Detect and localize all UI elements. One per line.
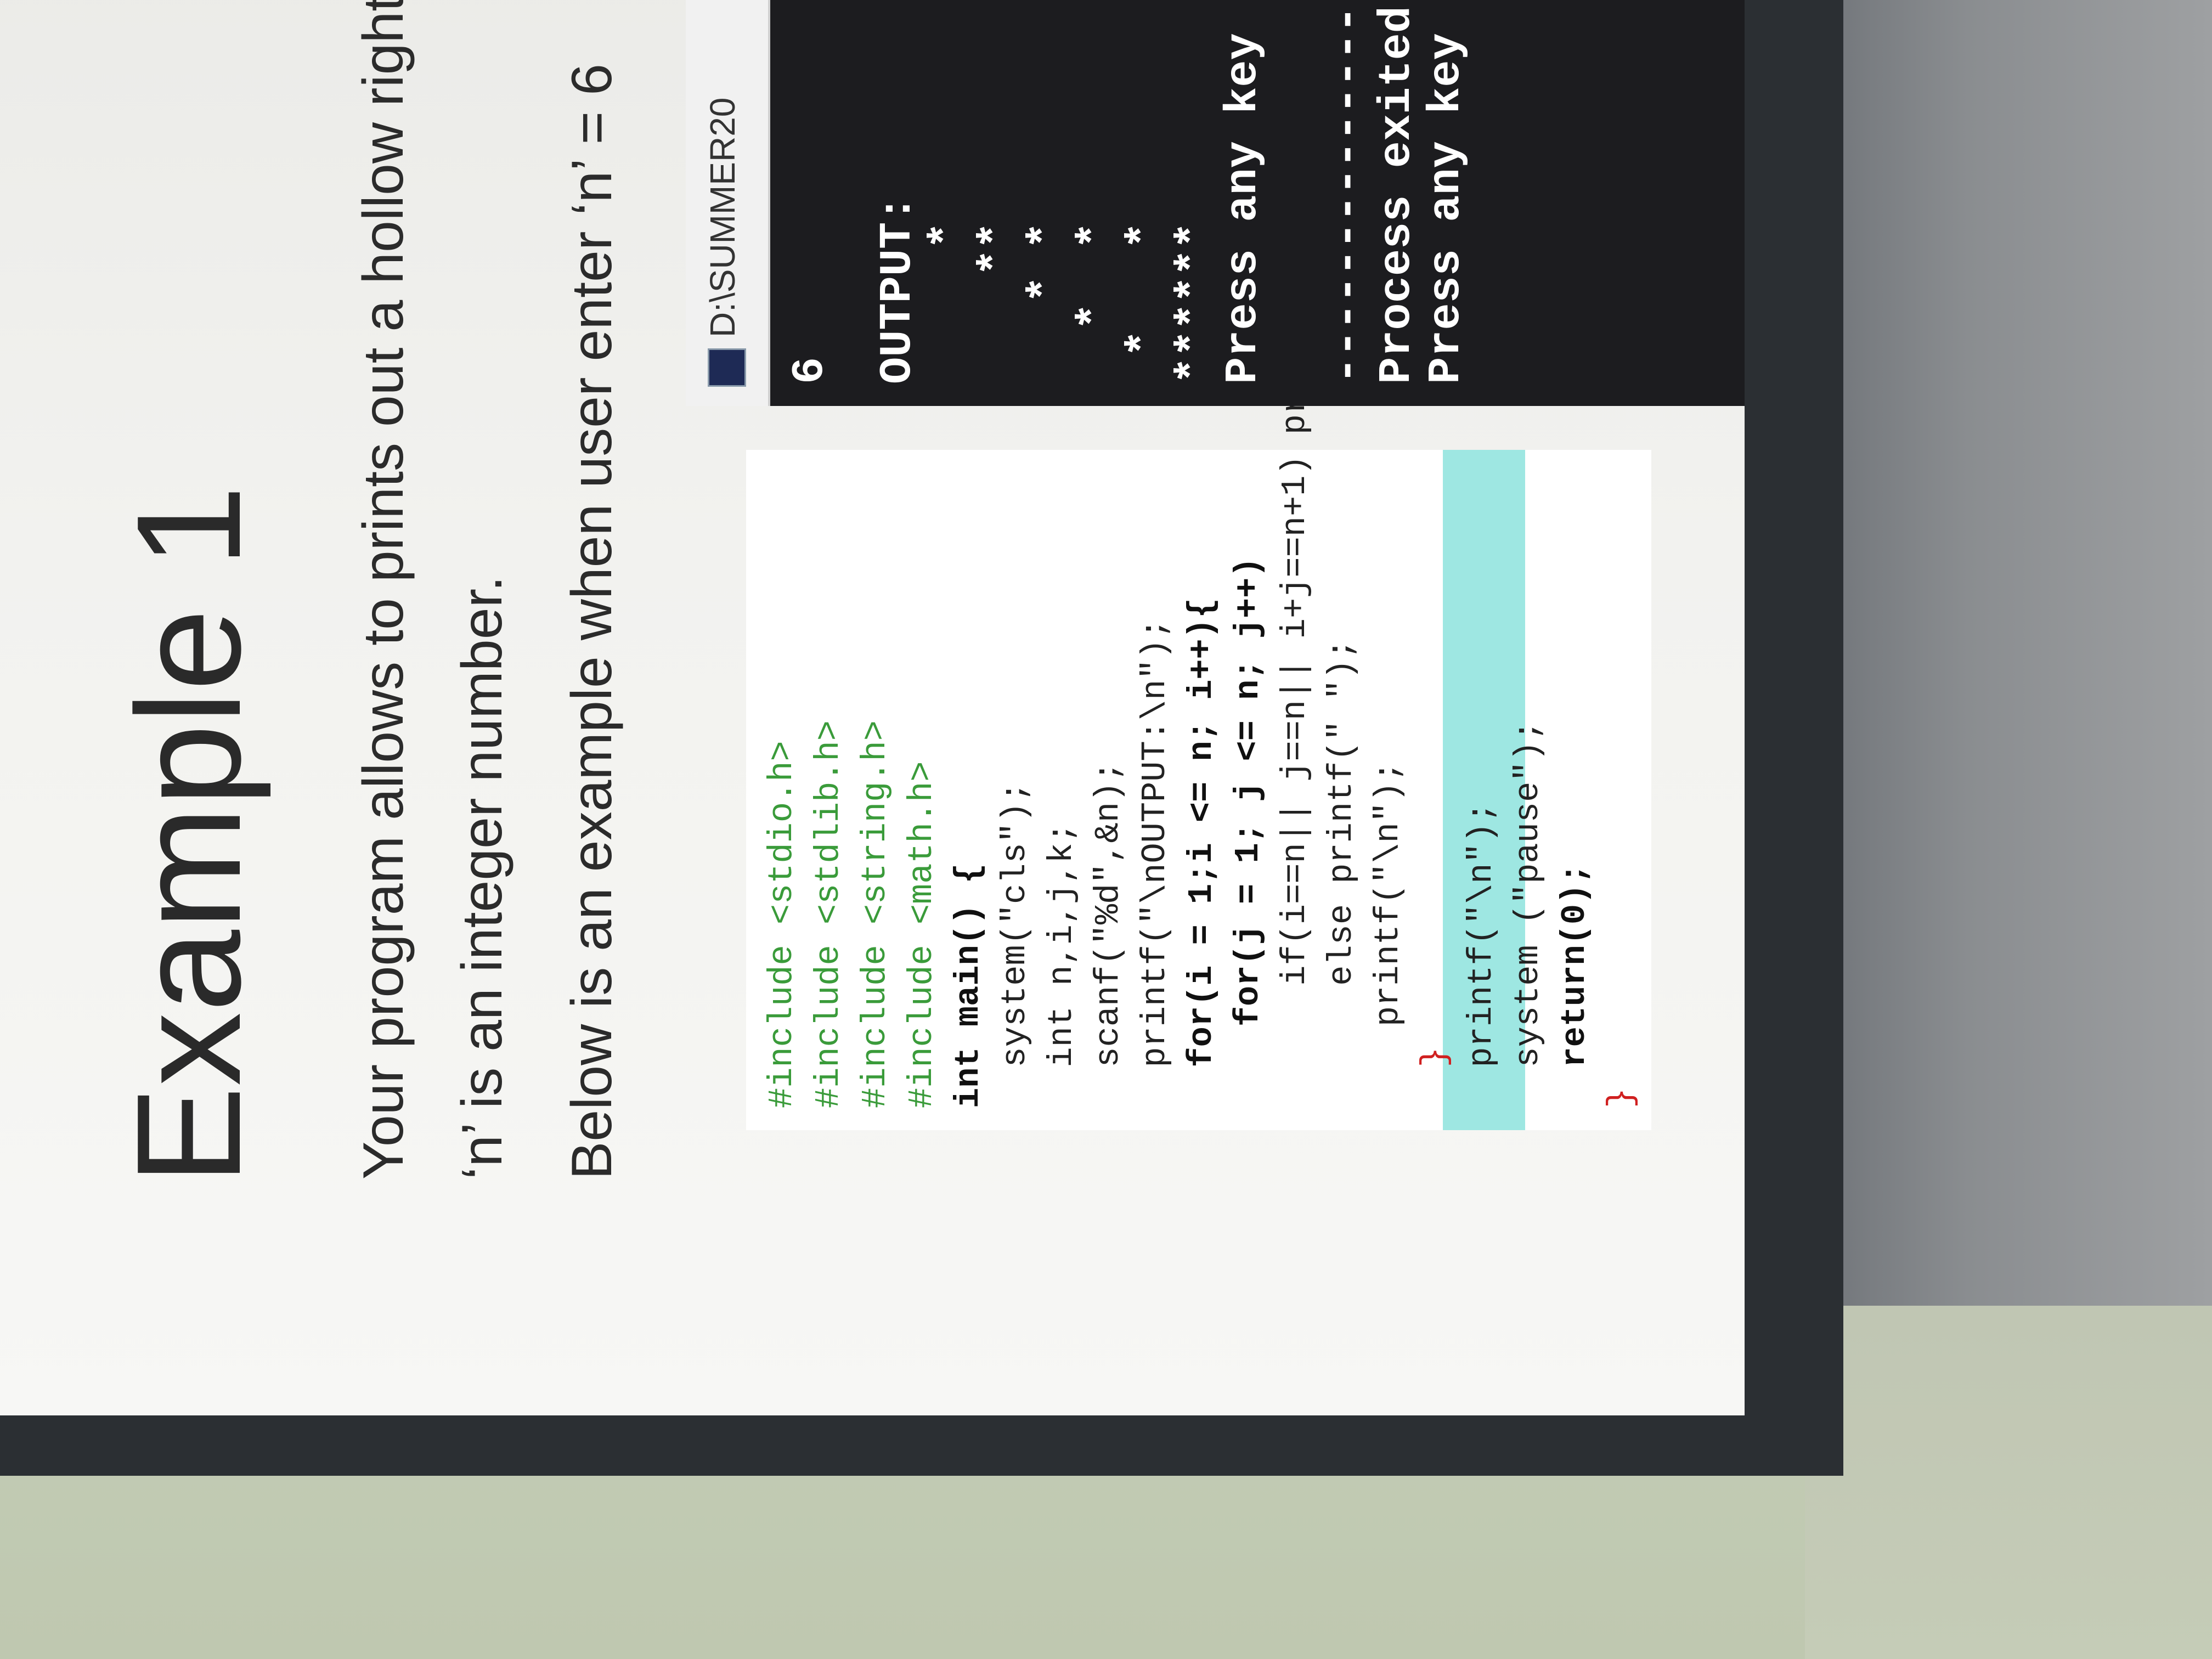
console-line: ****** <box>1169 222 1220 384</box>
console-line: * <box>922 222 973 384</box>
console-app-icon <box>708 348 746 387</box>
slide-paragraph: Your program allows to prints out a holl… <box>352 0 415 1180</box>
console-line: * * <box>1119 222 1170 384</box>
code-line: printf("\nOUTPUT:\n"); <box>1136 618 1175 1108</box>
code-line: printf("\n"); <box>1369 761 1408 1108</box>
code-line: for(i = 1;i <= n; i++){ <box>1182 597 1221 1108</box>
console-title: D:\SUMMER20 <box>703 97 742 337</box>
monitor-frame-lower <box>1805 1306 2212 1659</box>
code-line: system("cls"); <box>996 781 1035 1108</box>
console-line: 6 <box>785 357 836 384</box>
code-line: printf("\n"); <box>1462 802 1501 1108</box>
presentation-slide: Example 1 Your program allows to prints … <box>0 0 1745 1415</box>
code-line: return(0); <box>1555 863 1594 1108</box>
console-line: Press any key <box>1421 33 1472 384</box>
code-line: } <box>1415 1047 1454 1108</box>
code-line: for(j = 1; j <= n; j++) <box>1229 557 1268 1108</box>
console-line: OUTPUT: <box>872 195 923 384</box>
slide-title: Example 1 <box>106 485 272 1185</box>
monitor-frame <box>1805 0 2212 1339</box>
code-line: #include <math.h> <box>902 761 941 1108</box>
code-line: int n,i,j,k; <box>1042 822 1081 1108</box>
code-line: else printf(" "); <box>1322 639 1361 1108</box>
code-line: #include <stdio.h> <box>763 741 802 1108</box>
slide-paragraph: Below is an example when user enter ‘n’ … <box>560 64 624 1180</box>
console-line: -------------- <box>1322 6 1373 384</box>
console-line: Press any key <box>1218 33 1269 384</box>
code-line: #include <string.h> <box>856 720 895 1108</box>
code-line: #include <stdlib.h> <box>809 720 848 1108</box>
code-line: system ("pause"); <box>1509 720 1548 1108</box>
console-line: Process exited <box>1372 6 1423 384</box>
console-line: * * <box>1020 222 1071 384</box>
code-line: int main() { <box>949 863 988 1108</box>
code-line: scanf("%d",&n); <box>1089 761 1128 1108</box>
console-line: ** <box>971 222 1022 384</box>
slide-paragraph: ‘n’ is an integer number. <box>450 575 514 1180</box>
code-line: } <box>1602 1087 1641 1108</box>
console-line: * * <box>1070 222 1121 384</box>
